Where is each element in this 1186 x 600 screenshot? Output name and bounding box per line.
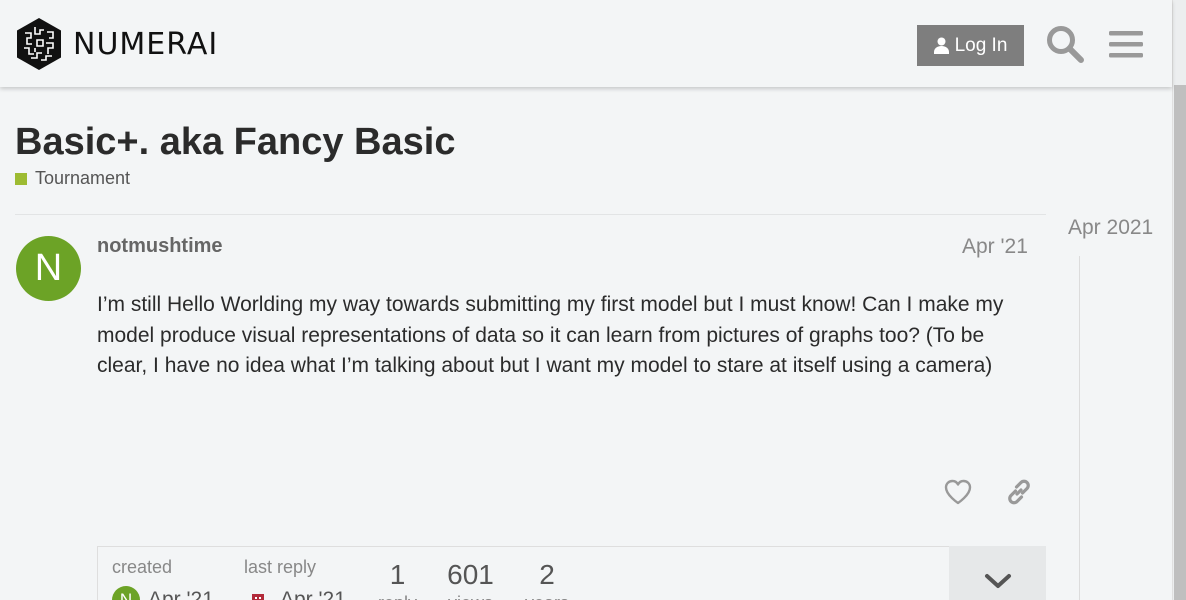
topic-last-reply[interactable]: last reply Apr '21 xyxy=(244,557,346,600)
replies-label: reply xyxy=(370,593,425,600)
page-scrollbar[interactable] xyxy=(1172,0,1186,600)
category-badge[interactable]: Tournament xyxy=(15,168,130,189)
login-button[interactable]: Log In xyxy=(917,25,1024,66)
views-count: 601 xyxy=(447,559,494,590)
chevron-down-icon xyxy=(984,574,1011,588)
post-date[interactable]: Apr '21 xyxy=(962,235,1028,259)
search-icon xyxy=(1047,26,1084,63)
numerai-logo[interactable]: NUMERAI xyxy=(15,17,218,71)
category-color-swatch xyxy=(15,172,27,185)
created-avatar: N xyxy=(112,586,140,600)
search-button[interactable] xyxy=(1043,22,1087,66)
post-author-username[interactable]: notmushtime xyxy=(97,235,223,258)
timeline-track xyxy=(1079,256,1080,600)
created-label: created xyxy=(112,557,173,577)
login-label: Log In xyxy=(954,34,1008,56)
timeline-start-date[interactable]: Apr 2021 xyxy=(1068,216,1153,240)
category-name: Tournament xyxy=(35,168,131,188)
hamburger-menu-icon xyxy=(1109,31,1143,58)
hamburger-menu-button[interactable] xyxy=(1104,22,1148,66)
like-button[interactable] xyxy=(938,473,978,511)
share-link-button[interactable] xyxy=(999,473,1039,511)
link-icon xyxy=(1008,479,1030,505)
topic-created[interactable]: created N Apr '21 xyxy=(112,557,214,600)
heart-icon xyxy=(944,479,972,505)
post-body: I’m still Hello Worlding my way towards … xyxy=(97,293,1004,377)
created-date: Apr '21 xyxy=(148,588,214,600)
last-reply-label: last reply xyxy=(244,557,317,577)
last-reply-avatar xyxy=(244,586,272,600)
years-stat: 2 years xyxy=(516,559,578,600)
last-reply-date: Apr '21 xyxy=(280,588,346,600)
replies-stat: 1 reply xyxy=(370,559,425,600)
views-stat: 601 views xyxy=(438,559,503,600)
expand-topic-map-button[interactable] xyxy=(949,546,1046,600)
scrollbar-thumb[interactable] xyxy=(1174,85,1186,600)
numerai-logo-icon xyxy=(17,18,61,70)
years-label: years xyxy=(516,593,578,600)
site-header: NUMERAI Log In xyxy=(0,0,1172,87)
post-author-avatar[interactable]: N xyxy=(16,236,81,301)
views-label: views xyxy=(438,593,503,600)
years-count: 2 xyxy=(539,559,555,590)
topic-title[interactable]: Basic+. aka Fancy Basic xyxy=(15,121,455,164)
logo-text: NUMERAI xyxy=(73,26,219,62)
topic-map: created N Apr '21 last reply Apr '21 1 r… xyxy=(97,546,1046,600)
title-divider xyxy=(15,214,1046,215)
replies-count: 1 xyxy=(389,559,406,590)
user-icon xyxy=(933,37,949,54)
